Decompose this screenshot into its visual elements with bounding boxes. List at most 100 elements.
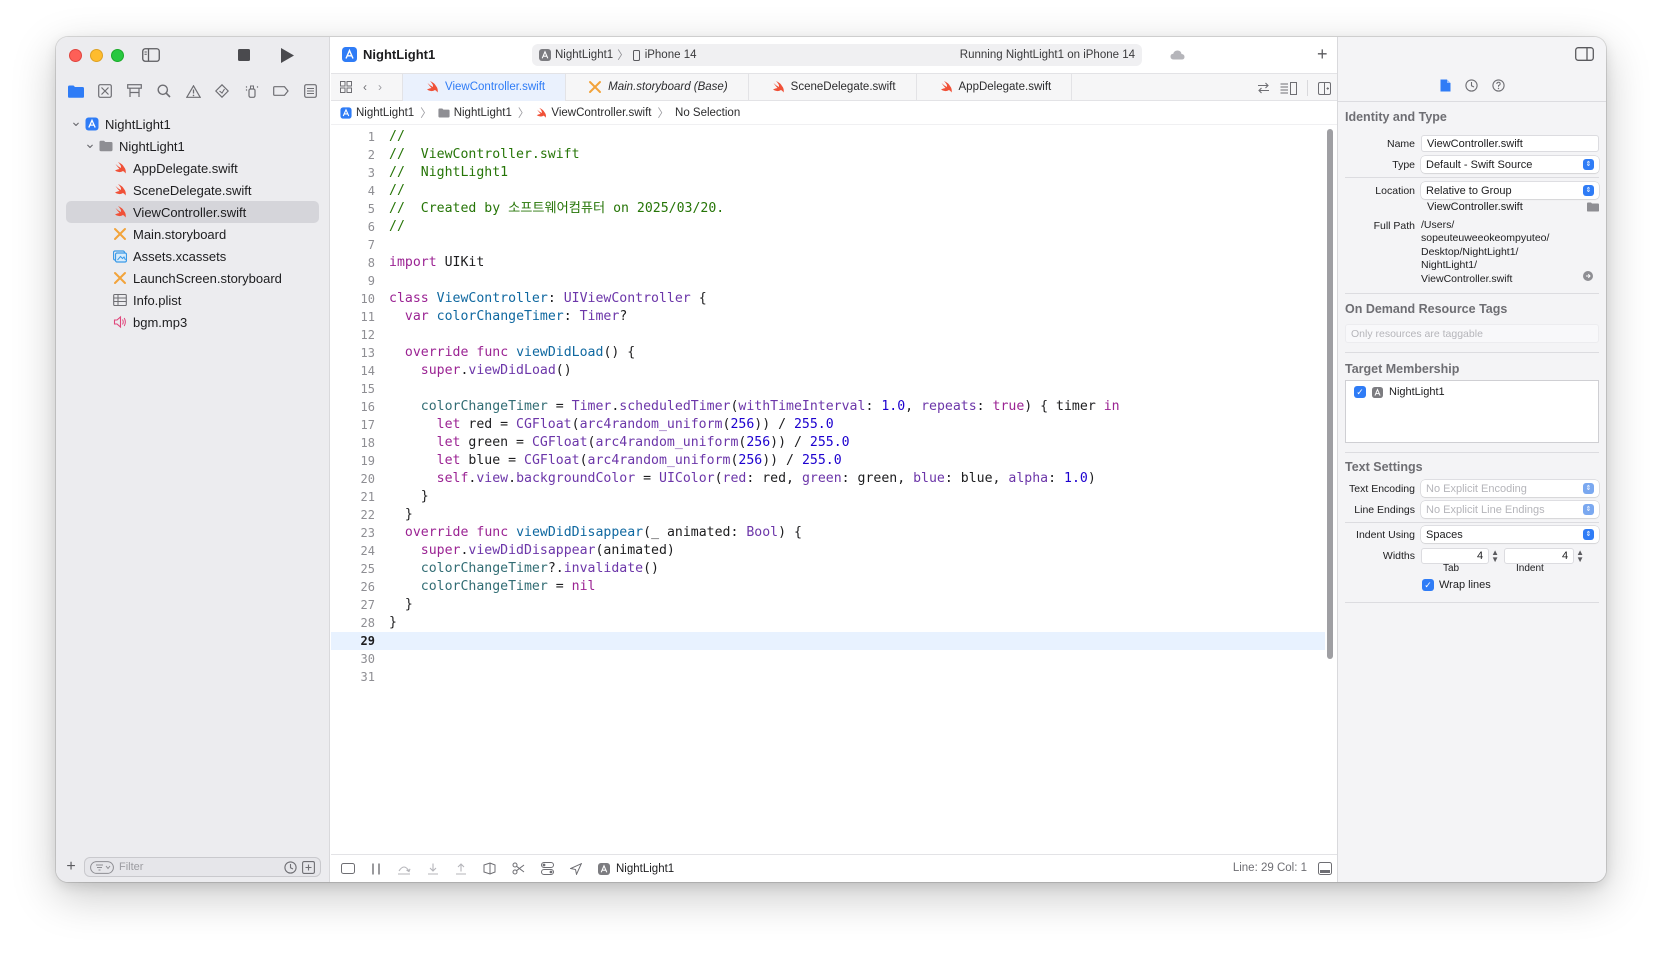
indent-width-stepper[interactable]: 4 ▲ ▼ bbox=[1504, 548, 1584, 564]
text-encoding-popup[interactable]: No Explicit Encoding ⇕ bbox=[1421, 480, 1599, 497]
code-line[interactable]: 19 let blue = CGFloat(arc4random_uniform… bbox=[331, 452, 1325, 470]
tab-width-field[interactable]: 4 bbox=[1421, 548, 1490, 564]
folder-reveal-icon[interactable] bbox=[1587, 202, 1599, 212]
code-line[interactable]: 16 colorChangeTimer = Timer.scheduledTim… bbox=[331, 398, 1325, 416]
source-control-navigator-tab[interactable] bbox=[93, 80, 117, 102]
breakpoint-navigator-tab[interactable] bbox=[269, 80, 293, 102]
code-line[interactable]: 5 // Created by 소프트웨어컴퓨터 on 2025/03/20. bbox=[331, 200, 1325, 218]
stop-button[interactable] bbox=[234, 46, 254, 64]
editor-options-icon[interactable] bbox=[1280, 81, 1297, 95]
line-number[interactable]: 11 bbox=[331, 308, 375, 326]
pause-icon[interactable] bbox=[371, 863, 381, 875]
navigator-item[interactable]: bgm.mp3 bbox=[66, 311, 319, 333]
code-line[interactable]: 4 // bbox=[331, 182, 1325, 200]
back-icon[interactable]: ‹ bbox=[363, 80, 367, 94]
line-number[interactable]: 31 bbox=[331, 668, 375, 686]
forward-icon[interactable]: › bbox=[378, 80, 382, 94]
filter-input[interactable]: Filter bbox=[84, 857, 321, 877]
code-line[interactable]: 3 // NightLight1 bbox=[331, 164, 1325, 182]
line-number[interactable]: 20 bbox=[331, 470, 375, 488]
source-control-filter-icon[interactable] bbox=[302, 860, 315, 874]
indent-width-field[interactable]: 4 bbox=[1504, 548, 1575, 564]
checkmark-icon[interactable]: ✓ bbox=[1422, 579, 1434, 591]
zoom-window-button[interactable] bbox=[111, 49, 124, 62]
minimize-window-button[interactable] bbox=[90, 49, 103, 62]
editor-tab[interactable]: SceneDelegate.swift bbox=[749, 73, 917, 101]
code-line[interactable]: 30 bbox=[331, 650, 1325, 668]
line-number[interactable]: 26 bbox=[331, 578, 375, 596]
editor-tab[interactable]: AppDelegate.swift bbox=[917, 73, 1073, 101]
name-field[interactable]: ViewController.swift bbox=[1421, 135, 1599, 152]
debug-navigator-tab[interactable] bbox=[240, 80, 264, 102]
code-line[interactable]: 17 let red = CGFloat(arc4random_uniform(… bbox=[331, 416, 1325, 434]
code-line[interactable]: 12 bbox=[331, 326, 1325, 344]
code-line[interactable]: 1 // bbox=[331, 128, 1325, 146]
jump-bar-segment[interactable]: ViewController.swift bbox=[535, 107, 652, 119]
view-hierarchy-icon[interactable] bbox=[483, 862, 496, 875]
code-line[interactable]: 31 bbox=[331, 668, 1325, 686]
line-number[interactable]: 8 bbox=[331, 254, 375, 272]
navigator-item[interactable]: LaunchScreen.storyboard bbox=[66, 267, 319, 289]
code-line[interactable]: 29 bbox=[331, 632, 1325, 650]
line-number[interactable]: 25 bbox=[331, 560, 375, 578]
hide-debug-area-icon[interactable] bbox=[341, 863, 355, 874]
toggle-sidebar-button[interactable] bbox=[140, 46, 162, 64]
navigator-item[interactable]: Info.plist bbox=[66, 289, 319, 311]
code-line[interactable]: 13 override func viewDidLoad() { bbox=[331, 344, 1325, 362]
editor-tab[interactable]: ViewController.swift bbox=[403, 73, 567, 101]
line-number[interactable]: 18 bbox=[331, 434, 375, 452]
toggle-inspector-icon[interactable] bbox=[1575, 47, 1594, 61]
line-number[interactable]: 3 bbox=[331, 164, 375, 182]
add-icon[interactable]: + bbox=[64, 858, 78, 876]
reveal-arrow-icon[interactable] bbox=[1583, 271, 1593, 281]
line-number[interactable]: 1 bbox=[331, 128, 375, 146]
indent-using-popup[interactable]: Spaces ⇕ bbox=[1421, 526, 1599, 543]
code-line[interactable]: 22 } bbox=[331, 506, 1325, 524]
line-number[interactable]: 9 bbox=[331, 272, 375, 290]
issue-navigator-tab[interactable] bbox=[181, 80, 205, 102]
code-line[interactable]: 2 // ViewController.swift bbox=[331, 146, 1325, 164]
file-inspector-icon[interactable] bbox=[1440, 79, 1451, 92]
report-navigator-tab[interactable] bbox=[298, 80, 322, 102]
disclosure-chevron-icon[interactable]: ⌄ bbox=[70, 113, 82, 130]
code-line[interactable]: 18 let green = CGFloat(arc4random_unifor… bbox=[331, 434, 1325, 452]
line-number[interactable]: 27 bbox=[331, 596, 375, 614]
run-button[interactable] bbox=[276, 45, 298, 65]
line-number[interactable]: 21 bbox=[331, 488, 375, 506]
code-line[interactable]: 28} bbox=[331, 614, 1325, 632]
navigator-item[interactable]: Assets.xcassets bbox=[66, 245, 319, 267]
line-number[interactable]: 13 bbox=[331, 344, 375, 362]
navigator-item[interactable]: SceneDelegate.swift bbox=[66, 179, 319, 201]
environment-overrides-icon[interactable] bbox=[541, 862, 554, 875]
history-icon[interactable] bbox=[1464, 79, 1478, 92]
editor-tab[interactable]: Main.storyboard (Base) bbox=[566, 73, 749, 101]
navigator-item[interactable]: ⌄ NightLight1 bbox=[66, 135, 319, 157]
stepper-icon[interactable]: ▲ ▼ bbox=[1491, 549, 1499, 564]
location-popup[interactable]: Relative to Group ⇕ bbox=[1421, 182, 1599, 199]
jump-bar-segment[interactable]: No Selection bbox=[675, 107, 740, 119]
line-number[interactable]: 24 bbox=[331, 542, 375, 560]
related-items-icon[interactable] bbox=[340, 81, 352, 93]
jump-bar-segment[interactable]: NightLight1 bbox=[340, 107, 414, 119]
line-number[interactable]: 12 bbox=[331, 326, 375, 344]
line-number[interactable]: 6 bbox=[331, 218, 375, 236]
device-selector[interactable]: iPhone 14 bbox=[632, 49, 696, 61]
code-line[interactable]: 7 bbox=[331, 236, 1325, 254]
add-editor-split-icon[interactable] bbox=[1318, 81, 1331, 95]
code-line[interactable]: 9 bbox=[331, 272, 1325, 290]
line-number[interactable]: 29 bbox=[331, 632, 375, 650]
location-icon[interactable] bbox=[570, 862, 582, 875]
checkmark-icon[interactable]: ✓ bbox=[1354, 386, 1366, 398]
code-line[interactable]: 27 } bbox=[331, 596, 1325, 614]
find-navigator-tab[interactable] bbox=[152, 80, 176, 102]
line-number[interactable]: 5 bbox=[331, 200, 375, 218]
line-number[interactable]: 19 bbox=[331, 452, 375, 470]
line-number[interactable]: 17 bbox=[331, 416, 375, 434]
show-console-icon[interactable] bbox=[1318, 862, 1332, 875]
recent-files-icon[interactable] bbox=[284, 860, 297, 874]
line-number[interactable]: 16 bbox=[331, 398, 375, 416]
line-number[interactable]: 28 bbox=[331, 614, 375, 632]
line-number[interactable]: 14 bbox=[331, 362, 375, 380]
add-library-icon[interactable]: + bbox=[1317, 44, 1328, 65]
wrap-lines-checkbox[interactable]: ✓ Wrap lines bbox=[1422, 579, 1491, 591]
